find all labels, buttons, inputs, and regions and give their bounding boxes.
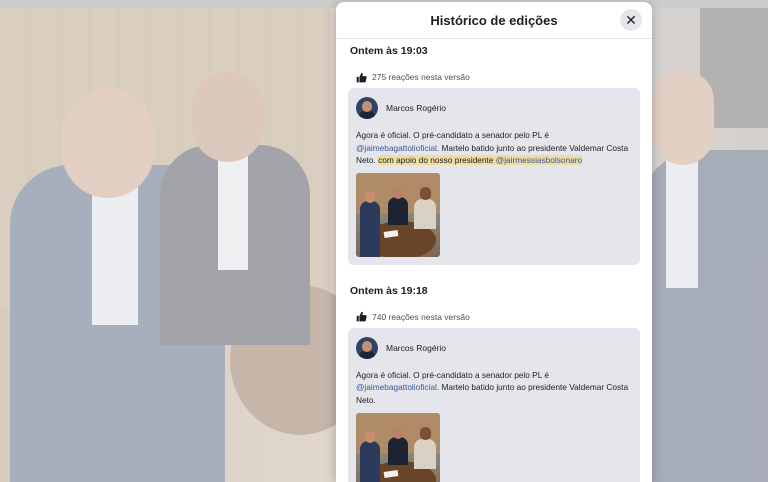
author-row: Marcos Rogério xyxy=(356,96,632,120)
close-button[interactable]: ✕ xyxy=(620,9,642,31)
edit-history-dialog: Histórico de edições ✕ Ontem às 19:03 27… xyxy=(336,2,652,482)
post-photo[interactable] xyxy=(356,172,440,257)
dialog-header: Histórico de edições ✕ xyxy=(336,2,652,39)
post-text-part: Agora é oficial. O pré-candidato a senad… xyxy=(356,369,549,380)
reactions-count: 740 reações nesta versão xyxy=(372,311,470,322)
author-row: Marcos Rogério xyxy=(356,336,632,360)
reactions-count: 275 reações nesta versão xyxy=(372,72,470,82)
reactions-row[interactable]: 275 reações nesta versão xyxy=(356,70,640,84)
post-text-part: Agora é oficial. O pré-candidato a senad… xyxy=(356,130,549,140)
avatar[interactable] xyxy=(356,336,378,359)
post-text: Agora é oficial. O pré-candidato a senad… xyxy=(356,369,632,407)
edited-highlight: com apoio do nosso presidente @jairmessi… xyxy=(378,155,583,166)
post-card: Marcos Rogério Agora é oficial. O pré-ca… xyxy=(348,88,640,265)
dialog-title: Histórico de edições xyxy=(430,12,558,28)
avatar[interactable] xyxy=(356,97,378,119)
thumbs-up-icon xyxy=(356,311,367,322)
mention-link[interactable]: @jairmessiasbolsonaro xyxy=(496,155,582,165)
author-name[interactable]: Marcos Rogério xyxy=(386,103,446,113)
version-timestamp: Ontem às 19:03 xyxy=(350,45,428,57)
post-text: Agora é oficial. O pré-candidato a senad… xyxy=(356,129,632,167)
thumbs-up-icon xyxy=(356,72,367,82)
mention-link[interactable]: @jaimebagattolioficial xyxy=(356,382,437,392)
close-icon: ✕ xyxy=(625,11,637,28)
author-name[interactable]: Marcos Rogério xyxy=(386,343,446,353)
version-entry: Ontem às 19:03 275 reações nesta versão … xyxy=(348,45,640,265)
version-timestamp: Ontem às 19:18 xyxy=(350,284,428,297)
version-entry: Ontem às 19:18 740 reações nesta versão … xyxy=(348,285,640,482)
dialog-body: Ontem às 19:03 275 reações nesta versão … xyxy=(336,45,652,482)
mention-link[interactable]: @jaimebagattolioficial xyxy=(356,143,437,153)
post-photo[interactable] xyxy=(356,412,440,482)
highlight-text: com apoio do nosso presidente xyxy=(378,155,496,166)
post-card: Marcos Rogério Agora é oficial. O pré-ca… xyxy=(348,327,640,482)
reactions-row[interactable]: 740 reações nesta versão xyxy=(356,310,640,324)
